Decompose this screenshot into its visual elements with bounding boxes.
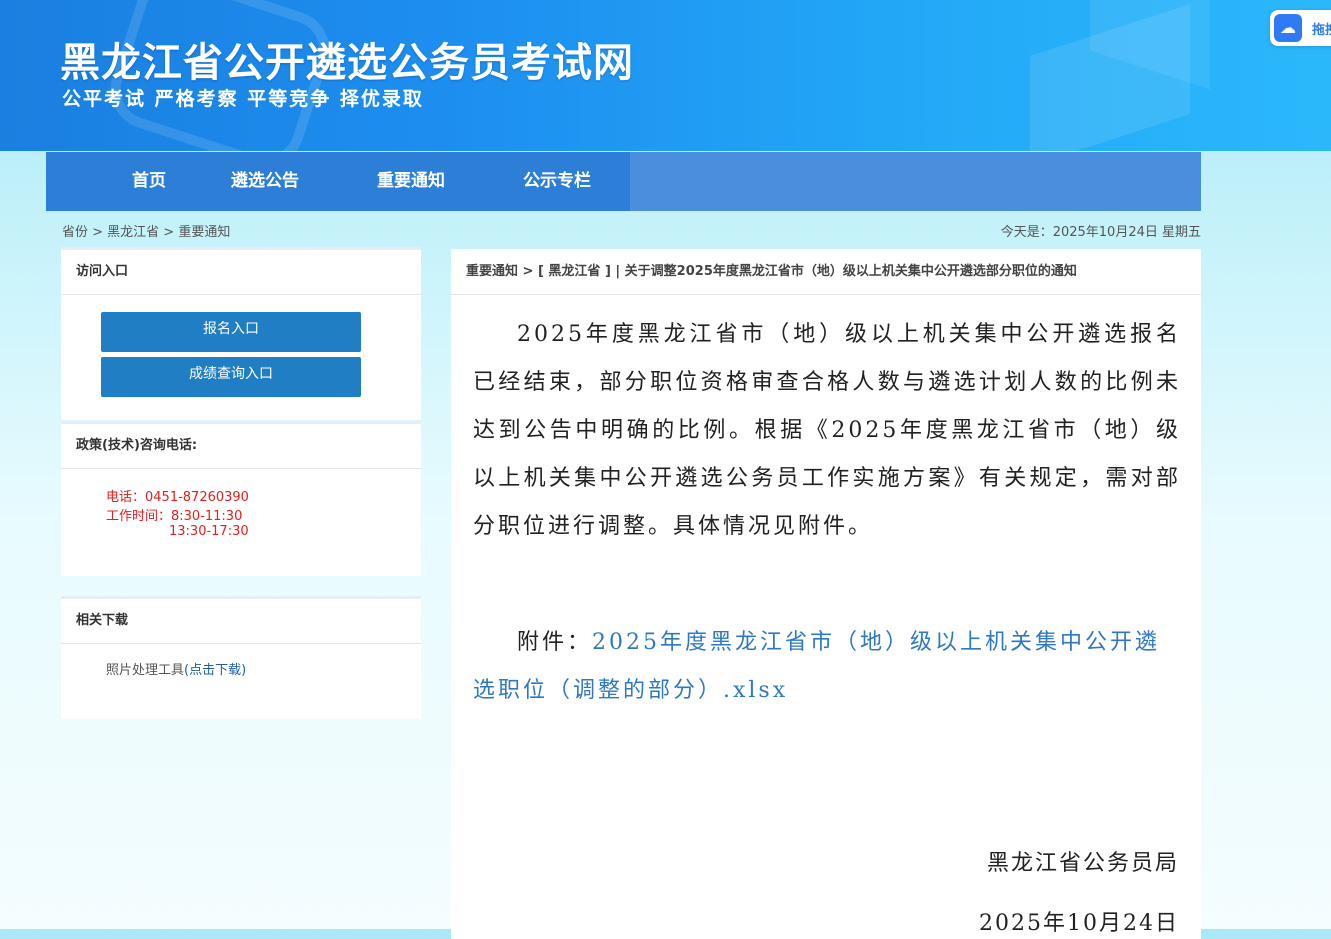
download-item: 照片处理工具(点击下载) [106, 659, 246, 678]
hotline-phone: 电话：0451-87260390 [106, 490, 249, 505]
signature: 黑龙江省公务员局 [986, 851, 1179, 876]
download-link[interactable]: (点击下载) [184, 663, 246, 678]
access-panel-title: 访问入口 [61, 250, 421, 295]
downloads-panel: 相关下载 照片处理工具(点击下载) [61, 596, 421, 719]
site-slogan: 公平考试 严格考察 平等竞争 择优录取 [62, 88, 424, 110]
nav-public-notices[interactable]: 公示专栏 [484, 152, 630, 211]
nav-announcements[interactable]: 遴选公告 [192, 152, 338, 211]
signature-date: 2025年10月24日 [979, 911, 1179, 936]
article-panel: 重要通知 > [ 黑龙江省 ] | 关于调整2025年度黑龙江省市（地）级以上机… [451, 249, 1201, 939]
attachment-line: 附件：2025年度黑龙江省市（地）级以上机关集中公开遴选职位（调整的部分）.xl… [473, 619, 1181, 715]
download-item-label: 照片处理工具 [106, 663, 185, 678]
hotline-hours-morning: 工作时间：8:30-11:30 [106, 509, 243, 524]
article-breadcrumb: 重要通知 > [ 黑龙江省 ] | 关于调整2025年度黑龙江省市（地）级以上机… [451, 249, 1201, 295]
today-date: 今天是：2025年10月24日 星期五 [1000, 225, 1201, 240]
hotline-panel: 政策(技术)咨询电话: 电话：0451-87260390 工作时间：8:30-1… [61, 421, 421, 576]
attachment-label: 附件： [517, 630, 593, 655]
article-body: 2025年度黑龙江省市（地）级以上机关集中公开遴选报名已经结束，部分职位资格审查… [473, 311, 1181, 551]
nav-important-notices[interactable]: 重要通知 [338, 152, 484, 211]
access-panel: 访问入口 报名入口 成绩查询入口 [61, 247, 421, 420]
site-title: 黑龙江省公开遴选公务员考试网 [60, 40, 634, 86]
baidu-netdisk-widget[interactable]: ☁ 拖拽 [1270, 10, 1331, 46]
score-query-button[interactable]: 成绩查询入口 [101, 357, 361, 397]
baidu-widget-label: 拖拽 [1312, 23, 1331, 38]
header-banner: 黑龙江省公开遴选公务员考试网 公平考试 严格考察 平等竞争 择优录取 [0, 0, 1331, 151]
breadcrumb: 省份 > 黑龙江省 > 重要通知 [62, 225, 231, 240]
register-button[interactable]: 报名入口 [101, 312, 361, 352]
hotline-hours-afternoon: 13:30-17:30 [169, 524, 249, 539]
hotline-panel-title: 政策(技术)咨询电话: [61, 424, 421, 469]
article-paragraph: 2025年度黑龙江省市（地）级以上机关集中公开遴选报名已经结束，部分职位资格审查… [473, 322, 1181, 539]
downloads-panel-title: 相关下载 [61, 599, 421, 644]
cloud-icon: ☁ [1274, 14, 1302, 42]
main-nav: 首页 遴选公告 重要通知 公示专栏 [46, 152, 1201, 211]
